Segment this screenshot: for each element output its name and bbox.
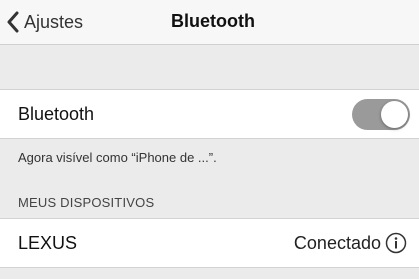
toggle-knob xyxy=(381,101,408,128)
bluetooth-toggle[interactable] xyxy=(352,99,410,130)
back-label: Ajustes xyxy=(24,11,84,32)
bluetooth-row: Bluetooth xyxy=(0,89,419,139)
page-title: Bluetooth xyxy=(171,11,255,31)
navigation-bar: Ajustes Bluetooth xyxy=(0,0,419,44)
section-header-devices: MEUS DISPOSITIVOS xyxy=(18,195,155,210)
visibility-note: Agora visível como “iPhone de ...”. xyxy=(18,150,217,165)
navbar-divider xyxy=(0,44,419,45)
bluetooth-label: Bluetooth xyxy=(18,104,95,124)
info-icon[interactable] xyxy=(385,232,407,254)
chevron-left-icon xyxy=(7,11,19,33)
back-button[interactable]: Ajustes xyxy=(6,8,83,36)
device-name: LEXUS xyxy=(18,233,78,253)
device-status: Conectado xyxy=(293,233,381,253)
device-row-lexus[interactable]: LEXUS Conectado xyxy=(0,218,419,268)
